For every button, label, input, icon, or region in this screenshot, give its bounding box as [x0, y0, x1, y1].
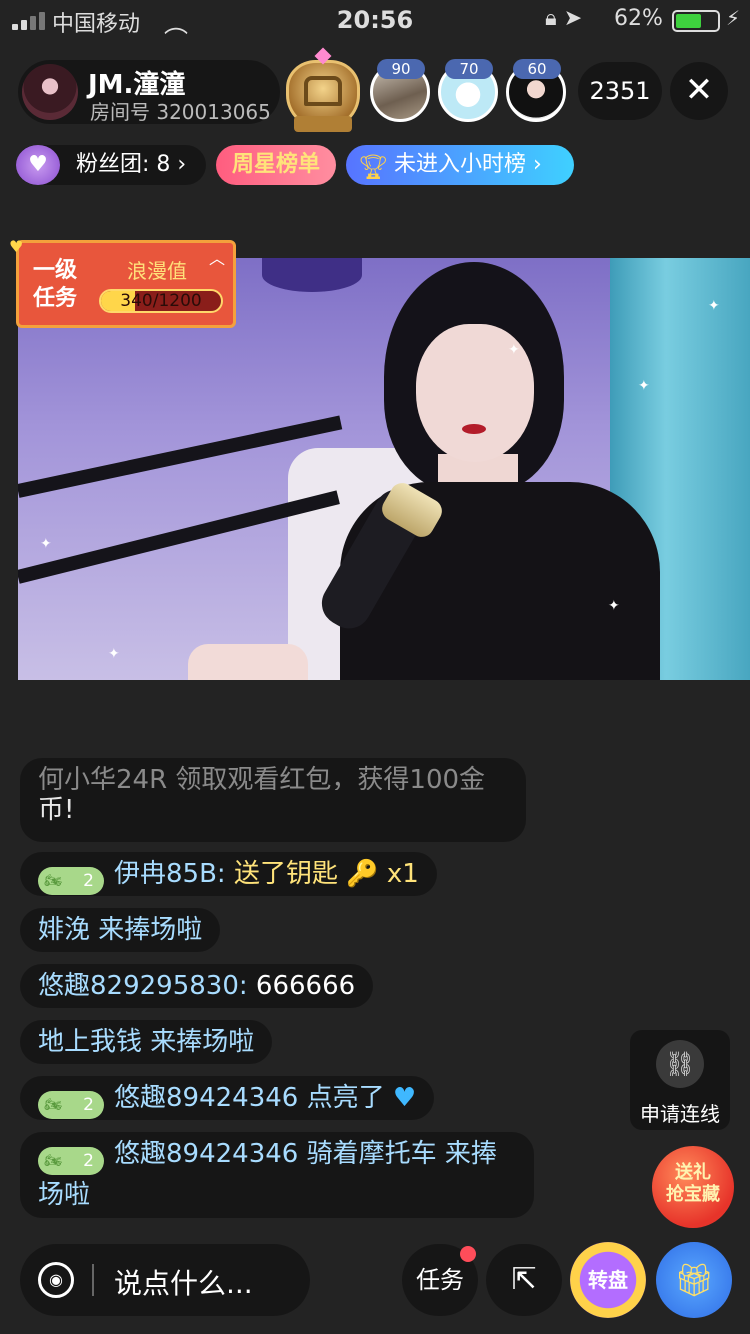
romance-progress-text: 340/1200: [120, 291, 202, 311]
treasure-button[interactable]: 送礼 抢宝藏: [652, 1146, 734, 1228]
leg: [188, 644, 308, 680]
host-avatar[interactable]: [22, 64, 78, 120]
mission-level: 一级任务: [33, 258, 78, 311]
task-label: 任务: [416, 1266, 464, 1294]
romance-progress-bar: 340/1200: [99, 289, 223, 313]
week-star-button[interactable]: 周星榜单: [216, 145, 336, 185]
voice-icon[interactable]: ◉: [38, 1262, 74, 1298]
input-placeholder: 说点什么...: [114, 1267, 253, 1300]
room-number: 房间号 320013065: [90, 100, 271, 124]
chat-message: 2 伊冉85B: 送了钥匙 🔑 x1: [20, 852, 437, 896]
link-request-label: 申请连线: [640, 1102, 720, 1126]
viewer-level-badge: 70: [445, 59, 493, 79]
chat-username[interactable]: 伊冉85B:: [114, 859, 226, 889]
sparkle-icon: ✦: [608, 598, 620, 614]
chat-text: 婔浼 来捧场啦: [38, 915, 203, 945]
gift-icon[interactable]: 🎁︎: [656, 1242, 732, 1318]
chat-text: 666666: [247, 971, 356, 1001]
chat-username[interactable]: 悠趣89424346: [114, 1083, 298, 1113]
chat-text: 地上我钱 来捧场啦: [38, 1027, 255, 1057]
fans-club-button[interactable]: ♥ 粉丝团: 8 ›: [16, 145, 206, 185]
sparkle-icon: ✦: [108, 646, 120, 662]
hour-rank-label: 未进入小时榜 ›: [394, 152, 542, 177]
chat-username[interactable]: 悠趣89424346: [114, 1139, 298, 1169]
top-viewer-avatar[interactable]: 60: [506, 59, 566, 122]
sparkle-icon: ✦: [40, 536, 52, 552]
top-viewer-avatar[interactable]: 70: [438, 59, 498, 122]
chevron-up-icon[interactable]: ︿: [209, 245, 225, 269]
chat-username[interactable]: 悠趣829295830:: [38, 971, 248, 1001]
wheel-button[interactable]: 转盘: [570, 1242, 646, 1318]
noble-seat-icon[interactable]: [280, 47, 366, 134]
link-icon: ⛓: [656, 1040, 704, 1088]
user-level-badge: 2: [38, 1091, 104, 1119]
link-request-button[interactable]: ⛓ 申请连线: [630, 1030, 730, 1130]
sparkle-icon: ✦: [508, 342, 520, 358]
task-button[interactable]: 任务: [402, 1244, 478, 1316]
viewer-level-badge: 60: [513, 59, 561, 79]
sparkle-icon: ✦: [638, 378, 650, 394]
fans-club-label: 粉丝团: 8 ›: [76, 152, 187, 177]
treasure-label: 送礼: [675, 1162, 711, 1183]
chat-message: 何小华24R 领取观看红包，获得100金 币!: [20, 758, 526, 842]
status-bar: 中国移动 ︵ 20:56 🔒︎ ➤ 62% ⚡: [0, 0, 750, 40]
share-icon[interactable]: ⇱: [486, 1244, 562, 1316]
battery-icon: [672, 10, 720, 32]
viewer-level-badge: 90: [377, 59, 425, 79]
battery-percent: 62%: [614, 6, 663, 31]
orientation-lock-icon: 🔒︎ ➤: [545, 6, 583, 31]
comment-input[interactable]: ◉ 说点什么...: [20, 1244, 310, 1316]
heart-wings-icon: ♥: [16, 145, 60, 185]
chat-message: 2 悠趣89424346 点亮了 ♥: [20, 1076, 435, 1120]
divider: [92, 1264, 94, 1296]
chat-message: 地上我钱 来捧场啦: [20, 1020, 273, 1064]
close-icon[interactable]: ✕: [670, 62, 728, 120]
hour-rank-button[interactable]: 🏆︎ 未进入小时榜 ›: [346, 145, 574, 185]
chat-text: 币!: [38, 795, 75, 825]
chat-message: 悠趣829295830: 666666: [20, 964, 374, 1008]
user-level-badge: 2: [38, 867, 104, 895]
host-card[interactable]: JM.潼潼 房间号 320013065: [18, 60, 280, 124]
mission-badge[interactable]: ♥ 一级任务 浪漫值 ︿ 340/1200: [9, 237, 236, 328]
chat-action: 送了钥匙: [233, 859, 338, 889]
heart-icon: ♥: [392, 1083, 417, 1113]
streamer-lips: [462, 424, 486, 434]
chat-text: 点亮了: [298, 1083, 393, 1113]
sparkle-icon: ✦: [708, 298, 720, 314]
chat-message: 婔浼 来捧场啦: [20, 908, 221, 952]
lamp: [262, 258, 362, 292]
viewer-count[interactable]: 2351: [578, 62, 662, 120]
trophy-icon: 🏆︎: [358, 153, 389, 181]
romance-label: 浪漫值: [127, 259, 187, 283]
user-level-badge: 2: [38, 1147, 104, 1175]
chat-message: 2悠趣89424346 骑着摩托车 来捧场啦: [20, 1132, 534, 1218]
top-viewer-avatar[interactable]: 90: [370, 59, 430, 122]
charging-icon: ⚡: [726, 6, 741, 30]
gift-key-icon: 🔑 x1: [346, 859, 419, 889]
notification-dot: [460, 1246, 476, 1262]
chat-text: 何小华24R 领取观看红包，获得100金: [38, 765, 486, 790]
treasure-label: 抢宝藏: [666, 1184, 720, 1205]
heart-icon: ♥: [9, 237, 24, 256]
